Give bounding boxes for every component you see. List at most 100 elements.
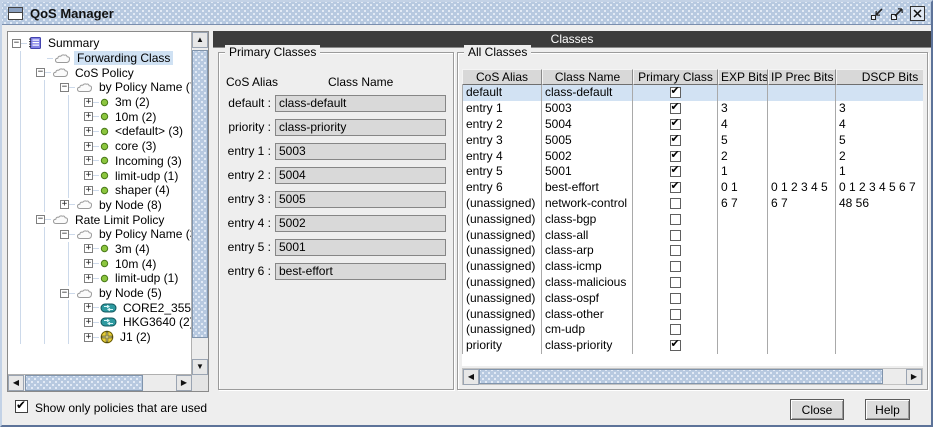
table-row-5005[interactable]: entry 35005 5 5 (462, 132, 923, 149)
scroll-down-icon[interactable]: ▼ (192, 359, 208, 375)
table-row-class-malicious[interactable]: (unassigned) class-malicious (462, 274, 923, 291)
table-row-network-control[interactable]: (unassigned) network-control 6 76 7 48 56 (462, 195, 923, 212)
scroll-right-icon[interactable]: ▶ (906, 369, 922, 385)
primary-class-checkbox[interactable] (669, 164, 681, 178)
tree-item-limit-udp-1[interactable]: + limit-udp (1) (12, 168, 191, 183)
table-row-5001[interactable]: entry 55001 1 1 (462, 163, 923, 180)
scrollbar-thumb[interactable] (25, 375, 143, 391)
collapse-toggle-icon[interactable]: − (12, 38, 21, 48)
class-name-field-entry-5[interactable]: 5001 (275, 238, 446, 256)
expand-toggle-icon[interactable]: + (84, 273, 93, 283)
table-row-class-icmp[interactable]: (unassigned) class-icmp (462, 258, 923, 275)
tree-item-10m-4[interactable]: +10m (4) (12, 256, 191, 271)
table-row-class-bgp[interactable]: (unassigned) class-bgp (462, 211, 923, 228)
window-titlebar[interactable]: QoS Manager (2, 2, 931, 25)
close-icon[interactable] (909, 5, 926, 22)
expand-toggle-icon[interactable]: + (84, 97, 93, 107)
column-header-primary-class[interactable]: Primary Class (633, 69, 718, 85)
class-name-field-default[interactable]: class-default (275, 94, 446, 112)
table-row-class-other[interactable]: (unassigned) class-other (462, 306, 923, 322)
scroll-right-icon[interactable]: ▶ (176, 375, 192, 391)
tree-item-cos-policy[interactable]: − CoS Policy (12, 65, 191, 81)
primary-class-checkbox[interactable] (669, 245, 681, 257)
table-row-class-all[interactable]: (unassigned) class-all (462, 227, 923, 243)
tree-item-core2-3550[interactable]: + CORE2_3550 (12, 300, 191, 316)
primary-class-checkbox[interactable] (669, 133, 681, 146)
expand-toggle-icon[interactable]: + (84, 317, 93, 327)
tree-item-3m-2[interactable]: +3m (2) (12, 94, 191, 110)
collapse-toggle-icon[interactable]: − (60, 82, 69, 92)
tree-item-default-3[interactable]: + <default> (3) (12, 124, 191, 139)
scroll-left-icon[interactable]: ◀ (463, 369, 479, 385)
primary-class-checkbox[interactable] (669, 180, 681, 194)
table-row-class-arp[interactable]: (unassigned) class-arp (462, 242, 923, 259)
scroll-up-icon[interactable]: ▲ (192, 32, 208, 48)
tree-item-rate-limit-policy[interactable]: − Rate Limit Policy (12, 212, 191, 227)
maximize-icon[interactable] (889, 6, 905, 22)
scrollbar-thumb[interactable] (192, 50, 208, 338)
tree-item-hkg3640-2[interactable]: + HKG3640 (2) (12, 315, 191, 330)
tree-item-j1-2[interactable]: + J1 (2) (12, 329, 191, 345)
tree-item-by-node-5[interactable]: − by Node (5) (12, 285, 191, 301)
table-row-class-priority[interactable]: priority class-priority (462, 337, 923, 354)
show-only-used-checkbox[interactable] (15, 398, 28, 413)
primary-class-checkbox[interactable] (669, 229, 681, 241)
expand-toggle-icon[interactable]: + (84, 244, 93, 254)
tree-item-core-3[interactable]: + core (3) (12, 138, 191, 154)
scrollbar-thumb[interactable] (479, 369, 883, 384)
table-horizontal-scrollbar[interactable]: ◀ ▶ (462, 368, 923, 385)
expand-toggle-icon[interactable]: + (84, 126, 93, 136)
expand-toggle-icon[interactable]: + (84, 141, 93, 151)
tree-item-summary[interactable]: − Summary (12, 36, 191, 51)
class-name-field-entry-4[interactable]: 5002 (275, 214, 446, 232)
column-header-exp-bits[interactable]: EXP Bits (718, 69, 768, 85)
primary-class-checkbox[interactable] (669, 292, 681, 304)
expand-toggle-icon[interactable]: + (84, 303, 93, 313)
tree-horizontal-scrollbar[interactable]: ◀ ▶ (8, 374, 192, 391)
class-name-field-entry-3[interactable]: 5005 (275, 190, 446, 208)
tree-vertical-scrollbar[interactable]: ▲ ▼ (191, 32, 208, 375)
class-name-field-entry-6[interactable]: best-effort (275, 262, 446, 280)
tree-item-incoming-3[interactable]: + Incoming (3) (12, 153, 191, 169)
tree-item-10m-2[interactable]: +10m (2) (12, 109, 191, 125)
primary-class-checkbox[interactable] (669, 338, 681, 352)
primary-class-checkbox[interactable] (669, 101, 681, 115)
collapse-toggle-icon[interactable]: − (60, 288, 69, 298)
table-row-class-default[interactable]: default class-default (462, 85, 923, 101)
expand-toggle-icon[interactable]: + (60, 200, 69, 210)
scroll-left-icon[interactable]: ◀ (8, 375, 24, 391)
primary-class-checkbox[interactable] (669, 324, 681, 336)
table-row-5002[interactable]: entry 45002 2 2 (462, 148, 923, 164)
expand-toggle-icon[interactable]: + (84, 332, 93, 342)
collapse-toggle-icon[interactable]: − (60, 229, 69, 239)
minimize-icon[interactable] (869, 6, 885, 22)
class-name-field-entry-1[interactable]: 5003 (275, 142, 446, 160)
table-row-5003[interactable]: entry 15003 3 3 (462, 100, 923, 117)
tree-item-limit-udp-1[interactable]: + limit-udp (1) (12, 271, 191, 286)
scrollbar-track[interactable] (479, 369, 906, 384)
column-header-dscp-bits[interactable]: DSCP Bits (836, 69, 923, 85)
table-row-class-ospf[interactable]: (unassigned) class-ospf (462, 290, 923, 307)
scrollbar-track[interactable] (192, 48, 208, 359)
help-button[interactable]: Help (865, 399, 910, 420)
primary-class-checkbox[interactable] (669, 308, 681, 320)
column-header-cos-alias[interactable]: CoS Alias (462, 69, 542, 85)
expand-toggle-icon[interactable]: + (84, 259, 93, 269)
table-row-cm-udp[interactable]: (unassigned) cm-udp (462, 321, 923, 338)
expand-toggle-icon[interactable]: + (84, 185, 93, 195)
primary-class-checkbox[interactable] (669, 213, 681, 225)
column-header-ip-prec-bits[interactable]: IP Prec Bits (768, 69, 836, 85)
table-row-best-effort[interactable]: entry 6best-effort 0 10 1 2 3 4 50 1 2 3 … (462, 179, 923, 196)
tree-item-by-policy-name-3[interactable]: − by Policy Name (3 (12, 226, 191, 242)
tree-item-3m-4[interactable]: +3m (4) (12, 241, 191, 257)
column-header-class-name[interactable]: Class Name (542, 69, 633, 85)
class-name-field-priority[interactable]: class-priority (275, 118, 446, 136)
expand-toggle-icon[interactable]: + (84, 156, 93, 166)
expand-toggle-icon[interactable]: + (84, 112, 93, 122)
primary-class-checkbox[interactable] (669, 117, 681, 130)
class-name-field-entry-2[interactable]: 5004 (275, 166, 446, 184)
tree-item-by-node-8[interactable]: + by Node (8) (12, 197, 191, 213)
tree-item-by-policy-name-7[interactable]: − by Policy Name (7 (12, 80, 191, 95)
scrollbar-track[interactable] (24, 375, 176, 391)
primary-class-checkbox[interactable] (669, 276, 681, 288)
